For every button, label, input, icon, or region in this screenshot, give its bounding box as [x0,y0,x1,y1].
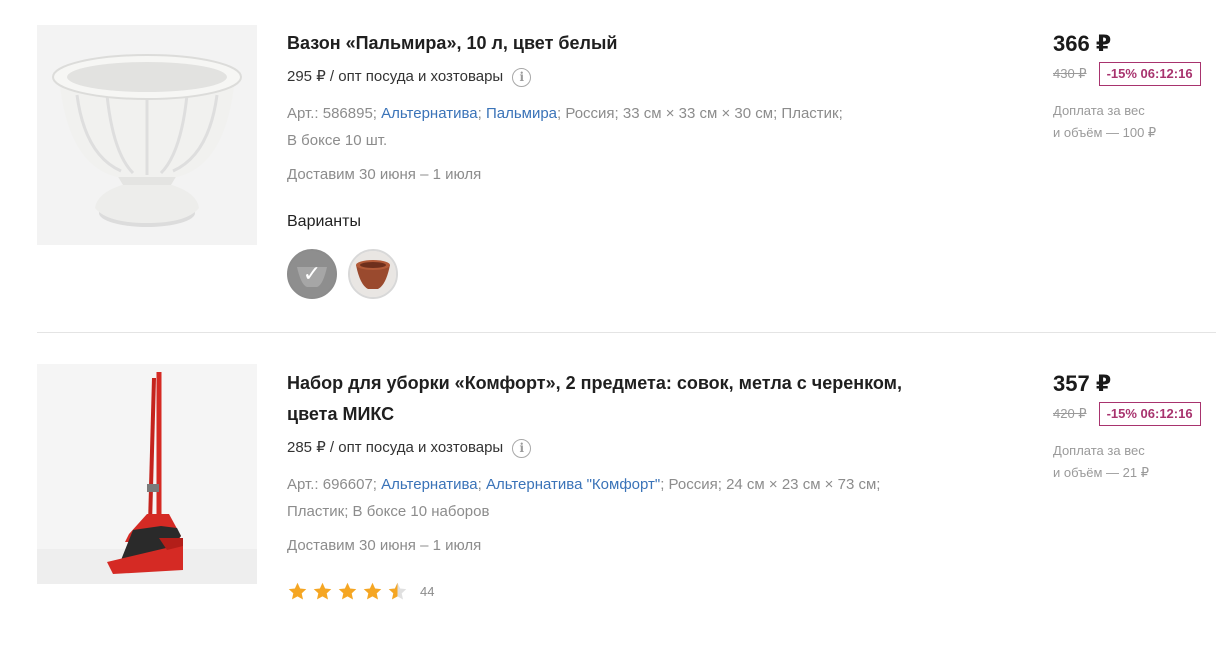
brand-link[interactable]: Альтернатива [381,476,477,493]
variant-terracotta-thumb [350,251,396,297]
star-half-icon [388,582,407,600]
wholesale-price: 295 ₽ / опт посуда и хозтовары i [287,65,947,89]
series-link[interactable]: Альтернатива "Комфорт" [486,476,660,493]
price-block: 357 ₽ 420 ₽ -15% 06:12:16 Доплата за вес… [1053,370,1213,484]
product-image[interactable] [37,364,257,584]
wholesale-price-text: 295 ₽ / опт посуда и хозтовары [287,68,504,85]
star-icon [313,582,332,600]
surcharge-line-2: и объём — 100 ₽ [1053,125,1157,140]
product-info: Вазон «Пальмира», 10 л, цвет белый 295 ₽… [287,28,947,299]
article-text: Арт.: 586895; [287,105,377,122]
series-link[interactable]: Пальмира [486,105,557,122]
product-card: Вазон «Пальмира», 10 л, цвет белый 295 ₽… [0,0,1216,332]
star-icon [363,582,382,600]
old-price-row: 430 ₽ -15% 06:12:16 [1053,62,1213,86]
product-meta: Арт.: 696607; Альтернатива; Альтернатива… [287,471,927,525]
product-list: Вазон «Пальмира», 10 л, цвет белый 295 ₽… [0,0,1216,646]
rating[interactable]: 44 [287,581,947,602]
meta-rest: ; Россия; 24 см × 23 см × 73 см; [660,476,881,493]
star-icon [338,582,357,600]
broom-set-image [37,364,257,584]
check-icon: ✓ [302,261,322,286]
product-info: Набор для уборки «Комфорт», 2 предмета: … [287,368,947,602]
info-icon[interactable]: i [512,438,532,458]
variant-white[interactable]: ✓ [287,249,337,299]
price-block: 366 ₽ 430 ₽ -15% 06:12:16 Доплата за вес… [1053,30,1213,144]
flower-pot-image [37,25,257,245]
surcharge-line-2: и объём — 21 ₽ [1053,465,1149,480]
meta-rest-2: В боксе 10 шт. [287,132,388,149]
wholesale-price: 285 ₽ / опт посуда и хозтовары i [287,436,947,460]
product-card: Набор для уборки «Комфорт», 2 предмета: … [0,333,1216,646]
delivery-date: Доставим 30 июня – 1 июля [287,166,482,183]
current-price: 357 ₽ [1053,371,1112,396]
discount-badge: -15% 06:12:16 [1098,62,1201,86]
surcharge-line-1: Доплата за вес [1053,443,1145,458]
product-title[interactable]: Набор для уборки «Комфорт», 2 предмета: … [287,368,927,430]
variant-terracotta[interactable] [348,249,398,299]
star-icon [288,582,307,600]
product-meta: Арт.: 586895; Альтернатива; Пальмира; Ро… [287,100,927,154]
product-title[interactable]: Вазон «Пальмира», 10 л, цвет белый [287,28,927,59]
old-price: 430 ₽ [1053,66,1087,81]
old-price-row: 420 ₽ -15% 06:12:16 [1053,402,1213,426]
meta-separator: ; [477,476,482,493]
article-text: Арт.: 696607; [287,476,377,493]
variants-list: ✓ [287,249,947,299]
old-price: 420 ₽ [1053,406,1087,421]
variants-label: Варианты [287,213,361,230]
surcharge-line-1: Доплата за вес [1053,103,1145,118]
surcharge-note: Доплата за вес и объём — 21 ₽ [1053,440,1183,484]
info-icon[interactable]: i [512,67,532,87]
current-price: 366 ₽ [1053,31,1112,56]
rating-count: 44 [420,584,435,599]
brand-link[interactable]: Альтернатива [381,105,477,122]
wholesale-price-text: 285 ₽ / опт посуда и хозтовары [287,439,504,456]
meta-rest: ; Россия; 33 см × 33 см × 30 см; Пластик… [557,105,843,122]
meta-rest-2: Пластик; В боксе 10 наборов [287,503,490,520]
delivery-date: Доставим 30 июня – 1 июля [287,537,482,554]
surcharge-note: Доплата за вес и объём — 100 ₽ [1053,100,1183,144]
product-image[interactable] [37,25,257,245]
meta-separator: ; [477,105,482,122]
discount-badge: -15% 06:12:16 [1098,402,1201,426]
